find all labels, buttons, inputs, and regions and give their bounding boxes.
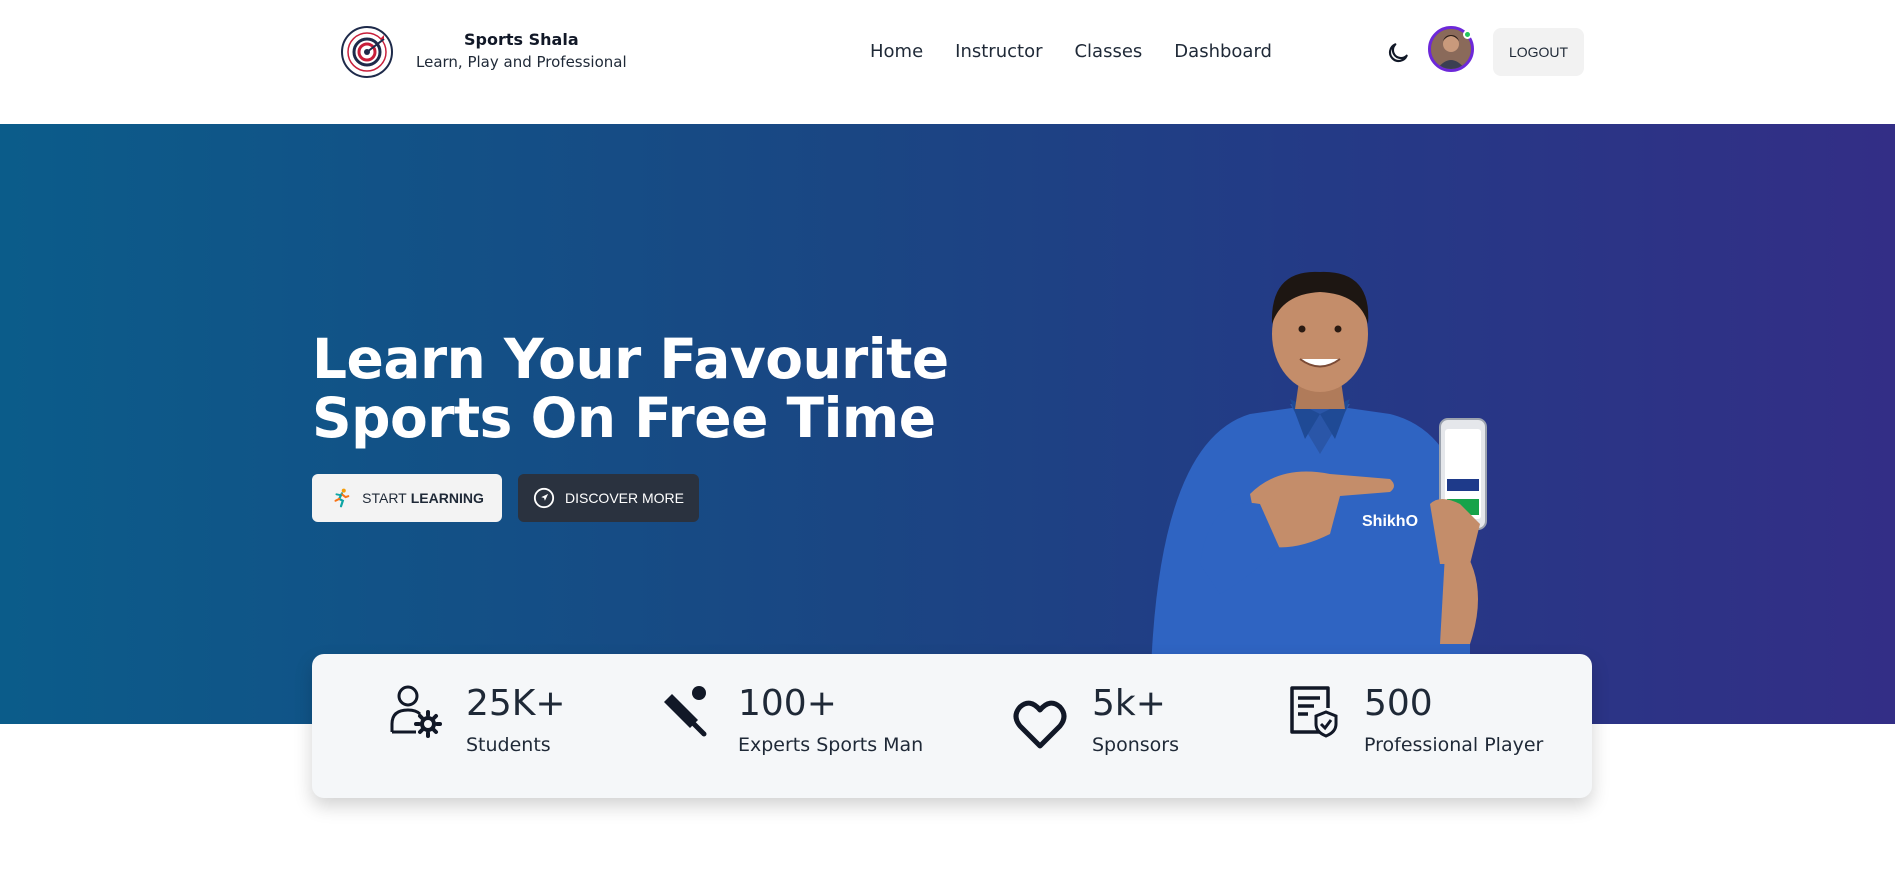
brand-tagline: Learn, Play and Professional: [416, 53, 627, 71]
hero-title-line-1: Learn Your Favourite: [312, 327, 949, 391]
stat-value: 5k+: [1092, 683, 1166, 724]
stat-label: Professional Player: [1364, 734, 1544, 756]
certificate-icon: [1290, 686, 1338, 738]
runner-icon: [334, 488, 350, 508]
moon-icon[interactable]: [1385, 40, 1411, 66]
svg-text:ShikhO: ShikhO: [1362, 513, 1418, 530]
brand[interactable]: Sports Shala Learn, Play and Professiona…: [340, 25, 627, 79]
nav-home[interactable]: Home: [870, 40, 923, 64]
main-nav: Home Instructor Classes Dashboard: [870, 40, 1304, 64]
stat-text: 25K+ Students: [466, 682, 566, 758]
nav-classes[interactable]: Classes: [1074, 40, 1142, 64]
navbar: Sports Shala Learn, Play and Professiona…: [0, 0, 1895, 124]
stat-value: 25K+: [466, 683, 566, 724]
target-logo-icon: [341, 26, 393, 78]
start-label-bold: LEARNING: [410, 490, 484, 506]
nav-instructor[interactable]: Instructor: [955, 40, 1042, 64]
brand-name: Sports Shala: [464, 30, 579, 49]
navigation-arrow-icon: [533, 487, 555, 509]
stat-text: 5k+ Sponsors: [1092, 682, 1179, 758]
stats-card: 25K+ Students 100+ Experts Sports Man 5k…: [312, 654, 1592, 798]
stat-value: 100+: [738, 683, 837, 724]
stat-label: Experts Sports Man: [738, 734, 924, 756]
stat-label: Students: [466, 734, 551, 756]
hero-title-line-2: Sports On Free Time: [312, 386, 936, 450]
stat-experts: 100+ Experts Sports Man: [658, 682, 923, 758]
stat-text: 100+ Experts Sports Man: [738, 682, 923, 758]
start-label-light: START: [362, 490, 407, 506]
brand-text: Sports Shala Learn, Play and Professiona…: [416, 30, 627, 74]
logout-button[interactable]: LOGOUT: [1493, 28, 1584, 76]
heart-icon: [1013, 700, 1067, 749]
nav-dashboard[interactable]: Dashboard: [1174, 40, 1272, 64]
stat-text: 500 Professional Player: [1364, 682, 1543, 758]
stat-professional: 500 Professional Player: [1284, 682, 1543, 758]
stat-sponsors: 5k+ Sponsors: [1012, 682, 1179, 758]
discover-more-button[interactable]: DISCOVER MORE: [518, 474, 699, 522]
hero-title: Learn Your Favourite Sports On Free Time: [312, 330, 949, 448]
stat-label: Sponsors: [1092, 734, 1180, 756]
online-status-dot: [1463, 30, 1472, 39]
start-learning-button[interactable]: START LEARNING: [312, 474, 502, 522]
stat-value: 500: [1364, 683, 1433, 724]
cricket-bat-icon: [664, 686, 707, 737]
stat-students: 25K+ Students: [386, 682, 566, 758]
hero-section: Learn Your Favourite Sports On Free Time…: [0, 124, 1895, 724]
user-gear-icon: [390, 685, 442, 738]
discover-label: DISCOVER MORE: [564, 490, 684, 506]
